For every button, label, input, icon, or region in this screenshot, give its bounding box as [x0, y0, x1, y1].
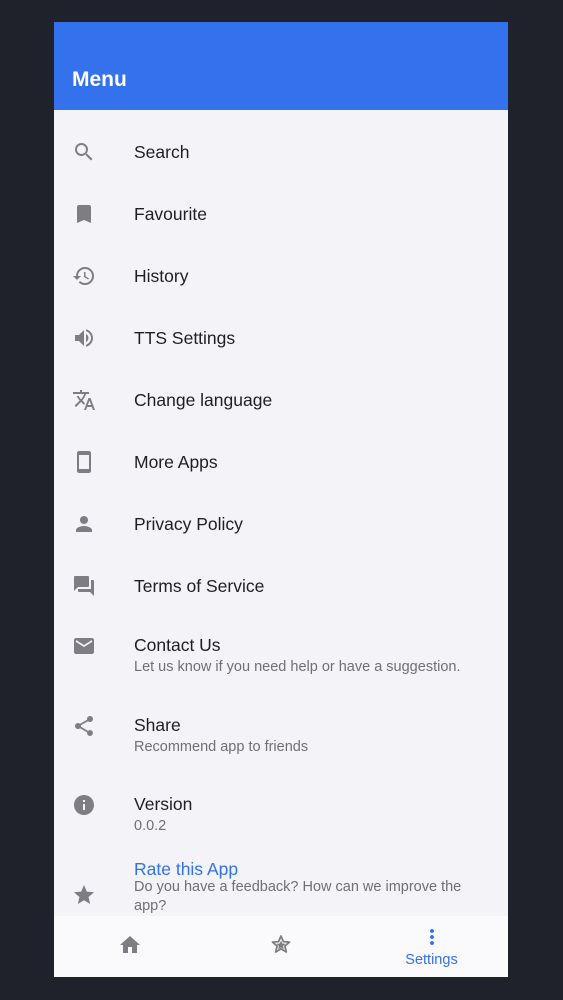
- menu-item-label: History: [134, 266, 189, 286]
- star-icon: [72, 883, 96, 907]
- app-screen: Menu Search Favourite History TTS Settin…: [54, 22, 508, 977]
- mail-icon: [72, 634, 96, 658]
- nav-favourites-button[interactable]: [205, 916, 356, 977]
- version-number: 0.0.2: [134, 818, 167, 834]
- volume-icon: [72, 326, 96, 350]
- bottom-navigation-bar: Settings: [54, 916, 508, 977]
- menu-item-subtitle: Do you have a feedback? How can we impro…: [134, 879, 462, 914]
- forum-icon: [72, 574, 96, 598]
- nav-home-button[interactable]: [54, 916, 205, 977]
- settings-menu-list[interactable]: Search Favourite History TTS Settings Ch…: [54, 110, 508, 916]
- menu-item-label: Version: [134, 794, 193, 814]
- smartphone-icon: [72, 450, 96, 474]
- home-icon: [118, 933, 142, 957]
- menu-item-share[interactable]: Share Recommend app to friends: [54, 714, 508, 774]
- menu-item-label: Share: [134, 715, 181, 735]
- menu-item-favourite[interactable]: Favourite: [54, 202, 508, 250]
- menu-item-label: Contact Us: [134, 635, 221, 655]
- nav-settings-button[interactable]: Settings: [356, 916, 507, 977]
- menu-item-tts-settings[interactable]: TTS Settings: [54, 326, 508, 374]
- info-icon: [72, 793, 96, 817]
- menu-item-label: More Apps: [134, 452, 218, 472]
- menu-item-label: Search: [134, 142, 190, 162]
- stars-icon: [269, 933, 293, 957]
- history-icon: [72, 264, 96, 288]
- app-bar: Menu: [54, 22, 508, 110]
- menu-item-label: Rate this App: [134, 859, 239, 879]
- menu-item-subtitle: Recommend app to friends: [134, 739, 309, 755]
- page-title: Menu: [72, 68, 127, 91]
- menu-item-terms-of-service[interactable]: Terms of Service: [54, 574, 508, 622]
- menu-item-label: Privacy Policy: [134, 514, 243, 534]
- menu-item-subtitle: Let us know if you need help or have a s…: [134, 659, 461, 675]
- person-icon: [72, 512, 96, 536]
- menu-item-label: Change language: [134, 390, 273, 410]
- menu-item-label: TTS Settings: [134, 328, 236, 348]
- menu-item-label: Terms of Service: [134, 576, 265, 596]
- more-vert-icon: [420, 925, 444, 949]
- translate-icon: [72, 388, 96, 412]
- menu-item-contact-us[interactable]: Contact Us Let us know if you need help …: [54, 634, 508, 694]
- menu-item-change-language[interactable]: Change language: [54, 388, 508, 436]
- menu-item-history[interactable]: History: [54, 264, 508, 312]
- share-icon: [72, 714, 96, 738]
- search-icon: [72, 140, 96, 164]
- menu-item-label: Favourite: [134, 204, 207, 224]
- nav-label-settings: Settings: [405, 952, 458, 968]
- menu-item-search[interactable]: Search: [54, 140, 508, 188]
- bookmark-icon: [72, 202, 96, 226]
- menu-item-privacy-policy[interactable]: Privacy Policy: [54, 512, 508, 560]
- menu-item-more-apps[interactable]: More Apps: [54, 450, 508, 498]
- menu-item-version: Version 0.0.2: [54, 793, 508, 853]
- menu-item-rate-app[interactable]: Rate this App Do you have a feedback? Ho…: [54, 858, 508, 916]
